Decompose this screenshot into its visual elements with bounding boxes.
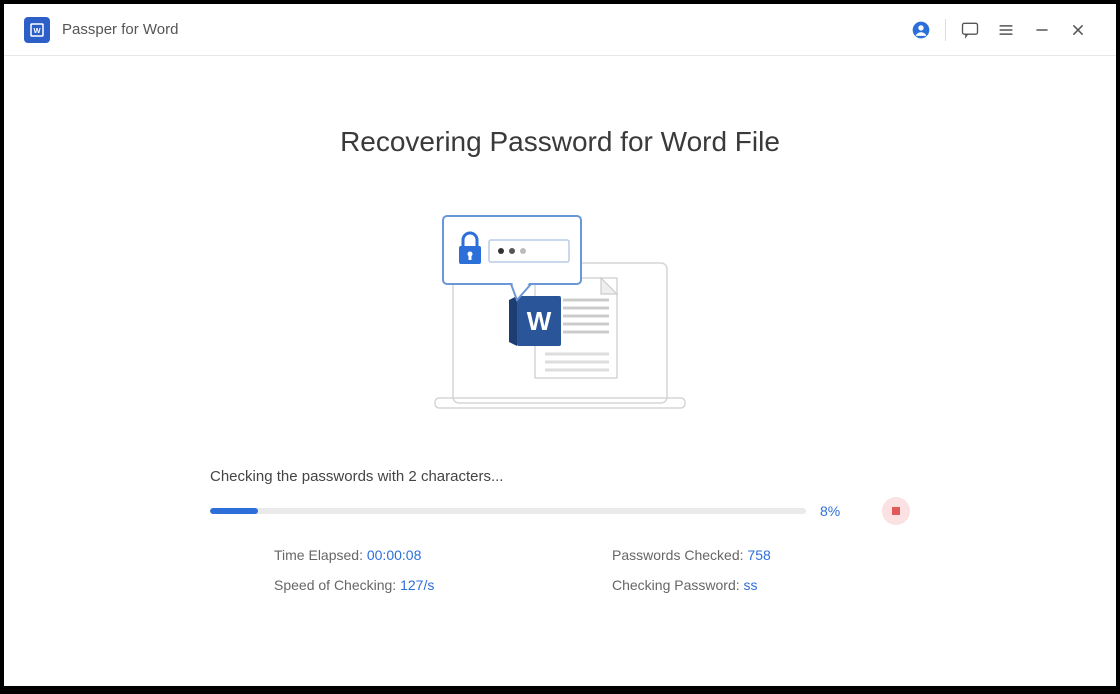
stat-value: 00:00:08 <box>367 547 422 563</box>
page-title: Recovering Password for Word File <box>64 126 1056 158</box>
stat-checking-password: Checking Password: ss <box>612 577 910 593</box>
stat-value: ss <box>744 577 758 593</box>
title-bar: W Passper for Word <box>4 4 1116 56</box>
user-account-button[interactable] <box>903 12 939 48</box>
menu-button[interactable] <box>988 12 1024 48</box>
stat-passwords-checked: Passwords Checked: 758 <box>612 547 910 563</box>
progress-row: 8% <box>210 497 910 525</box>
stats-grid: Time Elapsed: 00:00:08 Passwords Checked… <box>210 547 910 593</box>
progress-fill <box>210 508 258 514</box>
stat-value: 127/s <box>400 577 434 593</box>
minimize-button[interactable] <box>1024 12 1060 48</box>
word-icon: W <box>509 296 561 346</box>
svg-text:W: W <box>527 306 552 336</box>
svg-text:W: W <box>33 26 41 35</box>
app-window: W Passper for Word Recovering Passwor <box>4 4 1116 686</box>
title-bar-controls <box>903 12 1096 48</box>
stop-button[interactable] <box>882 497 910 525</box>
feedback-button[interactable] <box>952 12 988 48</box>
main-content: Recovering Password for Word File <box>4 56 1116 593</box>
stat-speed: Speed of Checking: 127/s <box>274 577 572 593</box>
progress-section: Checking the passwords with 2 characters… <box>210 468 910 593</box>
stat-label: Checking Password: <box>612 577 744 593</box>
stat-time-elapsed: Time Elapsed: 00:00:08 <box>274 547 572 563</box>
close-button[interactable] <box>1060 12 1096 48</box>
stat-label: Passwords Checked: <box>612 547 747 563</box>
progress-percent: 8% <box>820 503 850 519</box>
divider <box>945 19 946 41</box>
stat-value: 758 <box>747 547 770 563</box>
status-text: Checking the passwords with 2 characters… <box>210 468 910 485</box>
stop-icon <box>892 507 900 515</box>
stat-label: Time Elapsed: <box>274 547 367 563</box>
app-title: Passper for Word <box>62 21 178 38</box>
stat-label: Speed of Checking: <box>274 577 400 593</box>
progress-bar <box>210 508 806 514</box>
illustration: W <box>405 208 715 418</box>
app-logo-icon: W <box>24 17 50 43</box>
